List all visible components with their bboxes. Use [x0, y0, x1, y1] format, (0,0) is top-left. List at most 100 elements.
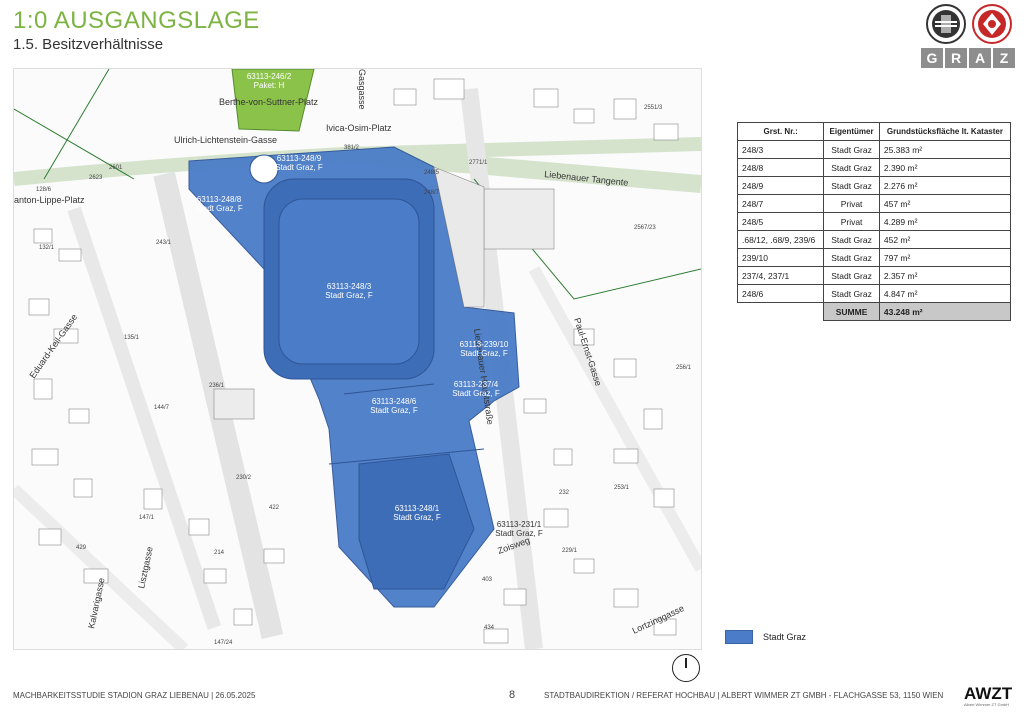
- sum-blank: [737, 302, 824, 321]
- cell-area: 2.390 m²: [878, 158, 1012, 177]
- table-row: 248/9 Stadt Graz 2.276 m²: [736, 176, 1012, 195]
- plot-number: 147/24: [214, 640, 233, 646]
- cell-nr: 239/10: [736, 248, 825, 267]
- parcel-owner: Stadt Graz, F: [460, 349, 508, 358]
- cell-owner: Stadt Graz: [823, 266, 880, 285]
- street-label-gaswerk: Gasgasse: [357, 69, 367, 110]
- graz-letter: A: [969, 48, 991, 68]
- street-label-lichtenstein: Ulrich-Lichtenstein-Gasse: [174, 135, 277, 145]
- cadastral-map[interactable]: Berthe-von-Suttner-Platz Ulrich-Lichtens…: [13, 68, 702, 650]
- table-row: 248/6 Stadt Graz 4.847 m²: [736, 284, 1012, 303]
- awzt-logo-subtitle: Albert Wimmer ZT GmbH: [964, 702, 1010, 707]
- cell-nr: 237/4, 237/1: [736, 266, 825, 285]
- parcel-owner: Stadt Graz, F: [370, 406, 418, 415]
- graz-letter: R: [945, 48, 967, 68]
- parcel-owner: Stadt Graz, F: [325, 291, 373, 300]
- legend-label: Stadt Graz: [763, 632, 807, 642]
- table-row: 239/10 Stadt Graz 797 m²: [736, 248, 1012, 267]
- plot-number: 236/1: [209, 383, 225, 389]
- plot-number: 128/6: [36, 187, 52, 193]
- legend-swatch: [725, 630, 753, 644]
- cell-nr: 248/9: [736, 176, 825, 195]
- parcel-id: 63113-248/9: [277, 154, 322, 163]
- plot-number: 144/7: [154, 405, 170, 411]
- gak-crest-icon: [972, 4, 1012, 44]
- parcel-id: 63113-248/3: [327, 282, 372, 291]
- plot-number: 429: [76, 545, 87, 551]
- cell-nr: 248/6: [736, 284, 825, 303]
- plot-number: 135/1: [124, 335, 140, 341]
- parcel-id: 63113-248/1: [395, 504, 440, 513]
- parcel-id: 63113-248/8: [197, 195, 242, 204]
- cell-owner: Stadt Graz: [823, 284, 880, 303]
- sum-row: SUMME 43.248 m²: [737, 302, 1012, 321]
- plot-number: 2771/1: [469, 160, 488, 166]
- street-label-lippe: anton-Lippe-Platz: [14, 195, 85, 205]
- parcel-id: 63113-248/6: [372, 397, 417, 406]
- cell-owner: Stadt Graz: [823, 140, 880, 159]
- cell-area: 2.276 m²: [878, 176, 1012, 195]
- table-row: 248/3 Stadt Graz 25.383 m²: [736, 140, 1012, 159]
- plot-number: 381/2: [344, 145, 360, 151]
- street-label-osim: Ivica-Osim-Platz: [326, 123, 392, 133]
- plot-number: 253/1: [614, 485, 630, 491]
- cell-area: 2.357 m²: [878, 266, 1012, 285]
- plot-number: 2623: [89, 175, 103, 181]
- plot-number: 230/2: [236, 475, 252, 481]
- table-row: 248/5 Privat 4.289 m²: [736, 212, 1012, 231]
- cell-nr: 248/3: [736, 140, 825, 159]
- street-label-suttner: Berthe-von-Suttner-Platz: [219, 97, 319, 107]
- plot-number: 243/1: [156, 240, 172, 246]
- page-title: 1:0 AUSGANGSLAGE: [13, 7, 260, 34]
- cell-area: 25.383 m²: [878, 140, 1012, 159]
- sum-label: SUMME: [823, 302, 880, 321]
- sturm-crest-icon: [926, 4, 966, 44]
- cell-owner: Privat: [823, 194, 880, 213]
- cell-area: 4.289 m²: [878, 212, 1012, 231]
- footer-project: MACHBARKEITSSTUDIE STADION GRAZ LIEBENAU…: [13, 691, 256, 700]
- table-row: 237/4, 237/1 Stadt Graz 2.357 m²: [736, 266, 1012, 285]
- plot-number: 229/1: [562, 548, 578, 554]
- table-row: 248/7 Privat 457 m²: [736, 194, 1012, 213]
- graz-letter: G: [921, 48, 943, 68]
- cell-area: 797 m²: [878, 248, 1012, 267]
- cell-owner: Privat: [823, 212, 880, 231]
- parcel-owner: Paket: H: [254, 81, 285, 90]
- footer-authors: STADTBAUDIREKTION / REFERAT HOCHBAU | AL…: [544, 691, 944, 700]
- table-row: .68/12, .68/9, 239/6 Stadt Graz 452 m²: [736, 230, 1012, 249]
- parcel-owner: Stadt Graz, F: [452, 389, 500, 398]
- north-arrow-icon: [672, 654, 700, 682]
- graz-wordmark: G R A Z: [921, 48, 1015, 68]
- cell-nr: .68/12, .68/9, 239/6: [736, 230, 825, 249]
- cell-owner: Stadt Graz: [823, 176, 880, 195]
- graz-letter: Z: [993, 48, 1015, 68]
- column-header-owner: Eigentümer: [823, 122, 880, 141]
- parcel-owner: Stadt Graz, F: [495, 529, 543, 538]
- plot-number: 132/1: [39, 245, 55, 251]
- cell-area: 457 m²: [878, 194, 1012, 213]
- parcel-id: 63113-239/10: [460, 340, 509, 349]
- column-header-area: Grundstücksfläche lt. Kataster: [878, 122, 1012, 141]
- cell-nr: 248/5: [736, 212, 825, 231]
- awzt-logo: AWZT: [964, 684, 1013, 703]
- cell-area: 4.847 m²: [878, 284, 1012, 303]
- parcel-owner: Stadt Graz, F: [195, 204, 243, 213]
- map-legend: Stadt Graz: [725, 630, 806, 644]
- plot-number: 403: [482, 577, 493, 583]
- sum-value: 43.248 m²: [878, 302, 1012, 321]
- cell-area: 452 m²: [878, 230, 1012, 249]
- plot-number: 422: [269, 505, 280, 511]
- page-subtitle: 1.5. Besitzverhältnisse: [13, 36, 164, 53]
- column-header-nr: Grst. Nr.:: [736, 122, 825, 141]
- parcel-id: 63113-246/2: [247, 72, 292, 81]
- plot-number: 147/1: [139, 515, 155, 521]
- plot-number: 256/1: [676, 365, 692, 371]
- cell-nr: 248/8: [736, 158, 825, 177]
- graz-logo-group: G R A Z: [921, 3, 1015, 69]
- cell-nr: 248/7: [736, 194, 825, 213]
- page-number: 8: [509, 689, 516, 701]
- plot-number: 248/5: [424, 170, 440, 176]
- plot-number: 248/7: [424, 190, 440, 196]
- plot-number: 434: [484, 625, 495, 631]
- plot-number: 214: [214, 550, 225, 556]
